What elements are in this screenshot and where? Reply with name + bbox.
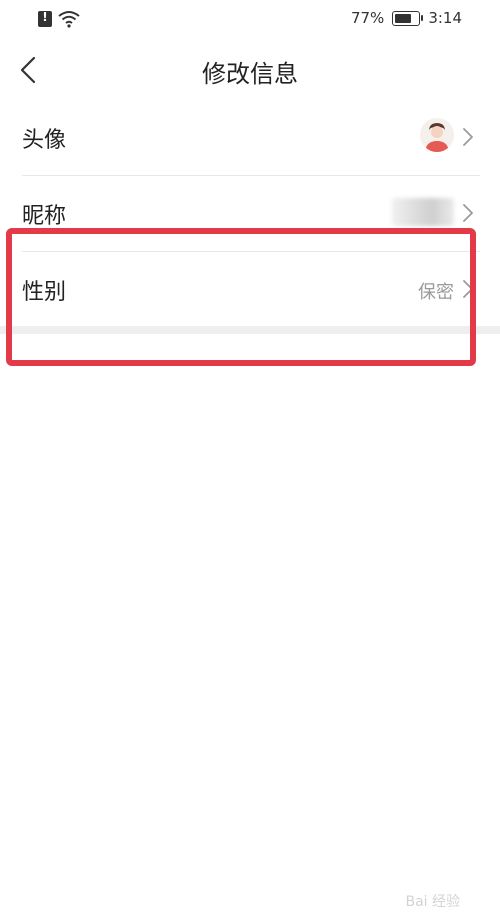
status-bar-right: 77% 3:14 — [351, 9, 462, 27]
clock-time: 3:14 — [428, 9, 462, 27]
battery-icon — [392, 10, 424, 26]
wifi-icon — [58, 11, 80, 28]
sim-alert-icon — [38, 10, 52, 27]
battery-percent: 77% — [350, 9, 385, 27]
gender-row-label: 性别 — [22, 280, 67, 305]
avatar — [420, 118, 454, 152]
user-avatar-icon — [420, 118, 454, 152]
section-separator — [0, 326, 500, 334]
avatar-row[interactable]: 头像 — [0, 100, 500, 176]
nickname-row-label: 昵称 — [22, 204, 67, 229]
header: 修改信息 — [0, 40, 500, 100]
chevron-right-icon — [463, 204, 473, 222]
chevron-right-icon — [463, 280, 473, 298]
gender-row[interactable]: 性别 保密 — [0, 252, 500, 328]
watermark: Bai 经验 — [405, 894, 460, 910]
page-title: 修改信息 — [202, 60, 298, 88]
gender-value: 保密 — [418, 282, 454, 303]
nickname-blurred-value — [392, 198, 454, 226]
status-bar: 77% 3:14 — [0, 0, 500, 40]
nickname-row[interactable]: 昵称 — [0, 176, 500, 252]
chevron-right-icon — [463, 128, 473, 146]
avatar-row-label: 头像 — [22, 128, 67, 153]
status-bar-left — [38, 10, 80, 28]
